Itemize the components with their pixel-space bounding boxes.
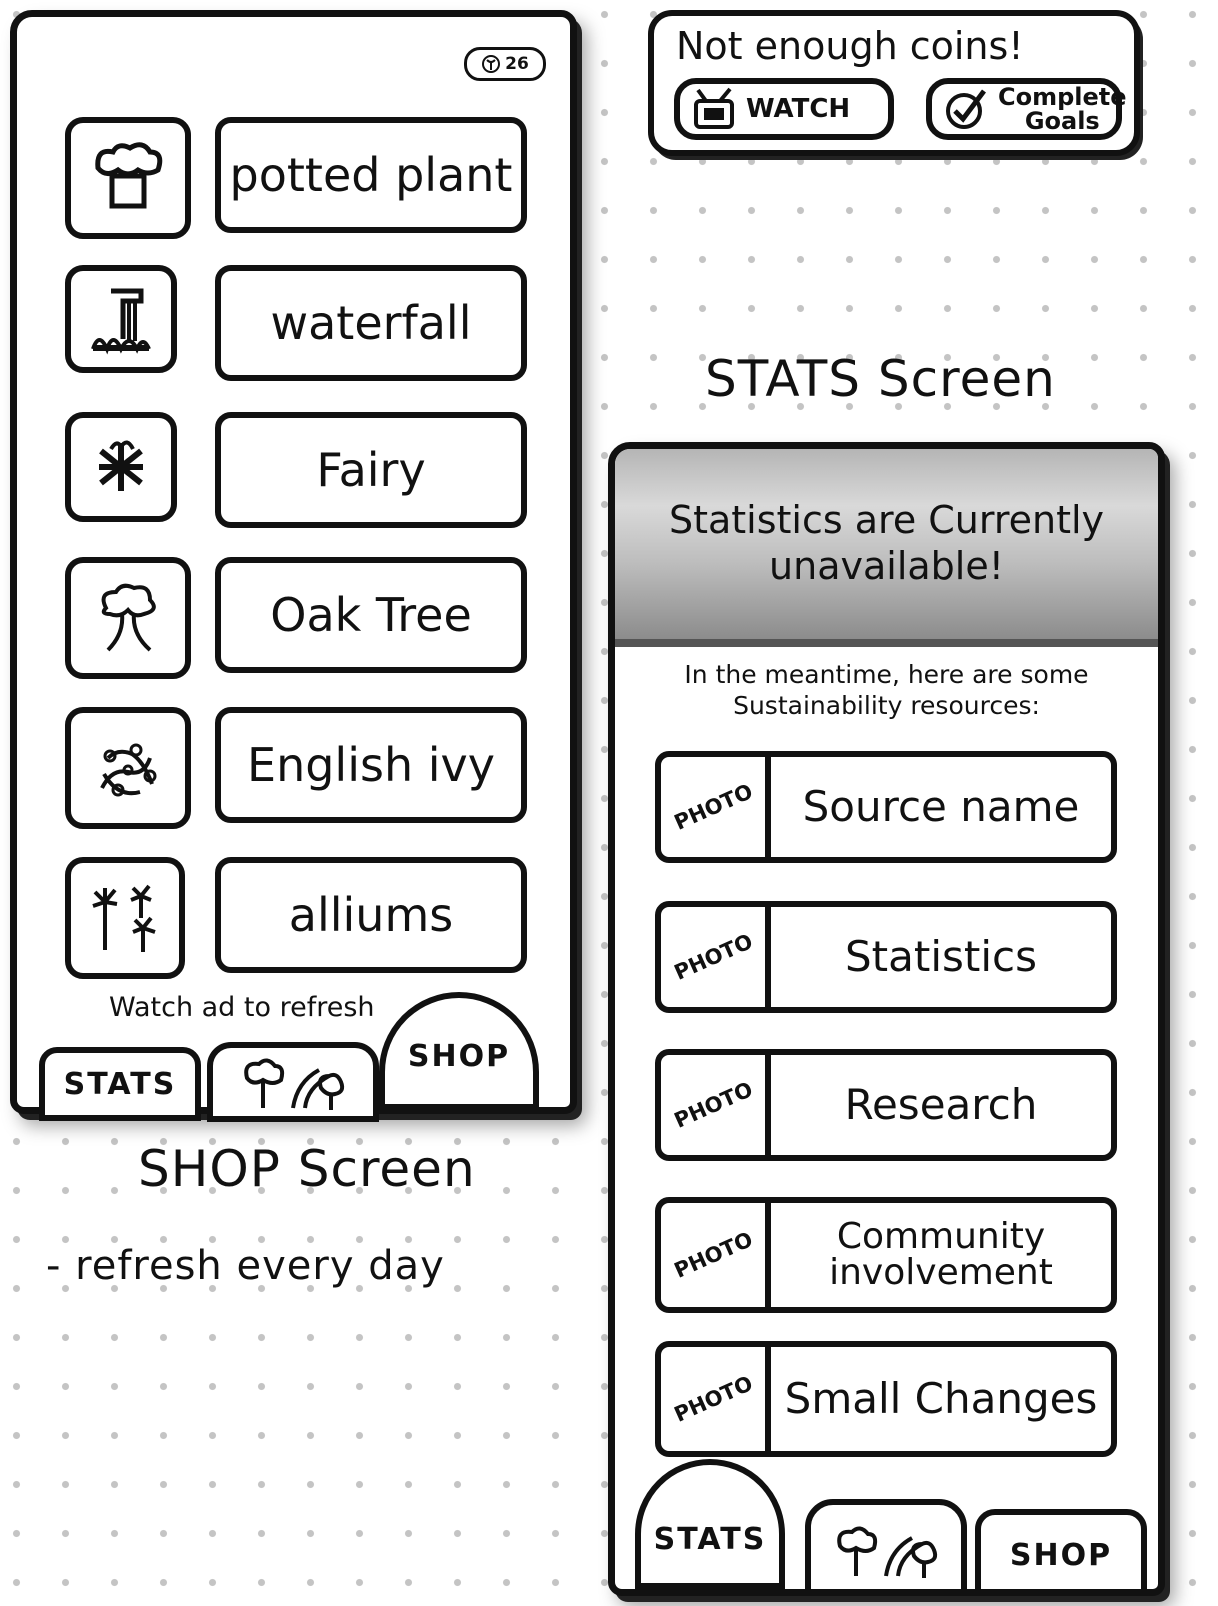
photo-placeholder: PHOTO (661, 757, 771, 857)
resource-title: Source name (802, 782, 1080, 831)
photo-placeholder: PHOTO (661, 1055, 771, 1155)
watch-ad-refresh-link[interactable]: Watch ad to refresh (109, 992, 375, 1023)
resource-card[interactable]: PHOTO Community involvement (655, 1197, 1117, 1313)
item-label: Fairy (215, 412, 527, 528)
item-label: alliums (215, 857, 527, 973)
resource-title: Statistics (845, 932, 1037, 981)
not-enough-coins-popup: Not enough coins! WATCH Complete Goals (648, 10, 1140, 156)
shop-screen-note: - refresh every day (46, 1243, 445, 1289)
tab-stats-label: STATS (63, 1066, 177, 1102)
item-label: potted plant (215, 117, 527, 233)
resource-card[interactable]: PHOTO Statistics (655, 901, 1117, 1013)
resource-title: Research (844, 1080, 1038, 1129)
tv-icon (694, 87, 734, 129)
tab-shop[interactable]: SHOP (975, 1509, 1147, 1589)
shop-item[interactable]: Fairy (65, 412, 535, 530)
potted-plant-icon (65, 117, 191, 239)
photo-placeholder: PHOTO (661, 1347, 771, 1451)
shop-item[interactable]: alliums (65, 857, 535, 979)
tab-garden[interactable] (805, 1499, 967, 1589)
garden-icon (837, 1526, 938, 1578)
oak-tree-icon (65, 557, 191, 679)
stats-unavailable-banner: Statistics are Currently unavailable! (615, 449, 1158, 647)
stats-screen-phone: Statistics are Currently unavailable! In… (608, 442, 1165, 1596)
complete-goals-label: Complete Goals (998, 83, 1127, 135)
stats-screen-caption: STATS Screen (705, 350, 1056, 408)
item-label: waterfall (215, 265, 527, 381)
shop-screen-phone: 26 potted plant waterfall Fairy Oak Tree… (10, 10, 577, 1122)
english-ivy-icon (65, 707, 191, 829)
coin-icon (482, 55, 501, 73)
popup-title: Not enough coins! (676, 24, 1024, 68)
shop-item[interactable]: English ivy (65, 707, 535, 829)
watch-label: WATCH (746, 94, 851, 124)
item-label: English ivy (215, 707, 527, 823)
complete-goals-button[interactable]: Complete Goals (926, 78, 1127, 140)
resource-title: Community involvement (829, 1216, 1053, 1293)
resource-card[interactable]: PHOTO Small Changes (655, 1341, 1117, 1457)
photo-placeholder: PHOTO (661, 907, 771, 1007)
tab-shop-label: SHOP (407, 1038, 511, 1074)
garden-icon (244, 1058, 345, 1110)
tab-shop[interactable]: SHOP (379, 992, 539, 1110)
photo-placeholder: PHOTO (661, 1203, 771, 1307)
waterfall-icon (65, 265, 177, 373)
shop-item[interactable]: waterfall (65, 265, 535, 383)
tab-stats[interactable]: STATS (635, 1459, 785, 1589)
resource-title: Small Changes (784, 1374, 1098, 1423)
item-label: Oak Tree (215, 557, 527, 673)
checkmark-icon (946, 89, 986, 129)
tab-stats[interactable]: STATS (39, 1047, 201, 1121)
coin-count: 26 (505, 54, 529, 74)
alliums-icon (65, 857, 185, 979)
shop-screen-caption: SHOP Screen (138, 1140, 476, 1198)
coin-counter: 26 (464, 47, 546, 81)
shop-item[interactable]: potted plant (65, 117, 535, 239)
resource-card[interactable]: PHOTO Research (655, 1049, 1117, 1161)
tab-shop-label: SHOP (1009, 1537, 1113, 1573)
tab-stats-label: STATS (653, 1521, 767, 1557)
resource-card[interactable]: PHOTO Source name (655, 751, 1117, 863)
tab-garden[interactable] (207, 1042, 379, 1122)
shop-item[interactable]: Oak Tree (65, 557, 535, 679)
resources-intro-text: In the meantime, here are some Sustainab… (684, 660, 1089, 721)
watch-ad-button[interactable]: WATCH (674, 78, 894, 140)
fairy-icon (65, 412, 177, 522)
